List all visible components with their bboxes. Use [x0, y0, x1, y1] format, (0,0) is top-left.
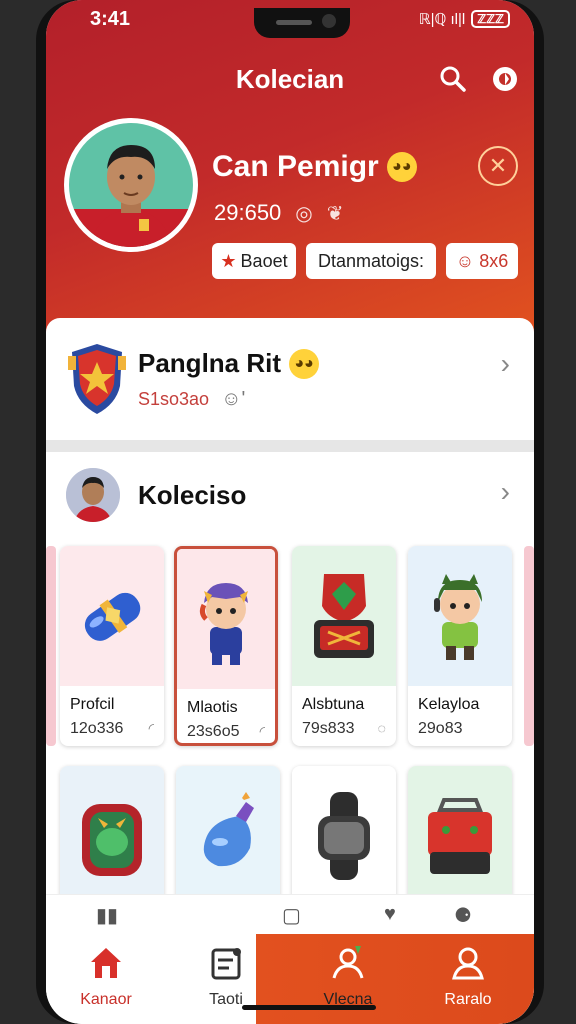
item-art [60, 766, 164, 906]
item-art [176, 766, 280, 906]
face-icon: ☺ [455, 251, 475, 271]
profile-score: 29:650 [214, 200, 282, 225]
smartwatch-icon [318, 792, 370, 880]
character-green-icon [434, 574, 482, 660]
battery-icon: ℤℤℤ [471, 10, 510, 28]
leaf-icon: ❦ [326, 202, 344, 225]
secondary-toolbar: ▮▮ ▢ ♥ ⚈ [46, 894, 534, 934]
item-name: Kelayloa [418, 696, 480, 713]
status-chip[interactable]: Dtanmatoigs: [306, 243, 436, 279]
person-badge-icon [332, 946, 364, 979]
collection-avatar [66, 468, 120, 522]
bar-chart-icon[interactable]: ▮▮ [96, 903, 118, 928]
signal-icon: ℝ|ℚ ıl|l [418, 11, 466, 28]
item-name: Alsbtuna [302, 696, 365, 713]
item-art [408, 546, 512, 686]
item-value: 23s6o5 [187, 723, 240, 740]
item-art [60, 546, 164, 686]
profile-stats: 29:650 ◎ ❦ [214, 200, 344, 226]
profile-name: Can Pemigr ◕◕ [212, 150, 417, 184]
item-art [408, 766, 512, 906]
collection-item-selected[interactable]: Mlaotis 23s6o5 ◜ [174, 546, 278, 746]
spiral-icon: ◎ [295, 202, 313, 225]
shield-badge-icon [68, 342, 126, 416]
chest-icon [314, 574, 374, 658]
collection-item[interactable]: Alsbtuna 79s833 ◌ [292, 546, 396, 746]
ranking-title: Panglna Rit ◕◕ [138, 348, 320, 379]
chevron-right-icon[interactable]: › [501, 348, 510, 380]
profile-hero: 3:41 ℝ|ℚ ıl|l ℤℤℤ Kolecian Can Pemigr ◕◕… [46, 0, 534, 340]
item-status-icon: ◜ [148, 720, 154, 736]
collection-item[interactable] [408, 766, 512, 906]
screen: 3:41 ℝ|ℚ ıl|l ℤℤℤ Kolecian Can Pemigr ◕◕… [46, 0, 534, 1024]
profile-icon [452, 947, 484, 980]
capsule-icon [84, 592, 141, 641]
status-chip-label: Dtanmatoigs: [317, 251, 425, 271]
collection-section: Koleciso › Profcil 12o336 ◜ Mlaotis 23s6… [46, 452, 534, 934]
collection-item[interactable]: Profcil 12o336 ◜ [60, 546, 164, 746]
avatar[interactable] [64, 118, 198, 252]
top-bar: Kolecian [46, 58, 534, 98]
toolbox-icon [428, 798, 492, 874]
ranking-card[interactable]: Panglna Rit ◕◕ S1so3ao ☺' › [46, 318, 534, 440]
clipboard-icon [211, 948, 241, 980]
ranking-title-text: Panglna Rit [138, 348, 282, 378]
item-art [292, 766, 396, 906]
home-indicator[interactable] [242, 1005, 376, 1010]
grid-edge-right [524, 546, 534, 746]
character-icon [199, 583, 248, 665]
star-icon: ★ [220, 251, 237, 271]
camera-notch [254, 8, 350, 38]
item-art [292, 546, 396, 686]
grid-edge-left [46, 546, 56, 746]
collection-item[interactable]: Kelayloa 29o83 [408, 546, 512, 746]
status-bar: 3:41 ℝ|ℚ ıl|l ℤℤℤ [46, 8, 534, 38]
status-time: 3:41 [90, 8, 131, 30]
divider [46, 440, 534, 452]
item-art [177, 549, 275, 689]
phone-frame: 3:41 ℝ|ℚ ıl|l ℤℤℤ Kolecian Can Pemigr ◕◕… [36, 0, 544, 1024]
ranking-value: S1so3ao [138, 389, 210, 409]
ranking-subtitle: S1so3ao ☺' [138, 388, 245, 411]
item-value: 29o83 [418, 720, 463, 737]
badge-chip-label: Baoet [240, 251, 288, 271]
item-status-icon: ◜ [259, 723, 265, 739]
tab-profile-label: Raralo [444, 991, 492, 1008]
collection-grid: Profcil 12o336 ◜ Mlaotis 23s6o5 ◜ Alsbtu… [46, 546, 534, 934]
chevron-right-icon[interactable]: › [501, 476, 510, 508]
gear-icon[interactable] [490, 64, 520, 94]
potion-icon [203, 792, 254, 867]
home-icon [91, 948, 121, 978]
tab-tasks[interactable]: Taoti [176, 944, 276, 1024]
status-icons: ℝ|ℚ ıl|l ℤℤℤ [419, 10, 510, 28]
badge-chip[interactable]: ★ Baoet [212, 243, 296, 279]
face-emoji-icon: ◕◕ [386, 152, 417, 182]
item-name: Profcil [70, 696, 115, 713]
bottom-nav: Kanaor Taoti Vlecna Raralo [46, 934, 534, 1024]
smile-icon: ☺' [221, 388, 246, 410]
tab-friends[interactable]: Vlecna [298, 944, 398, 1024]
collection-title: Koleciso [138, 480, 247, 510]
toggle-icon[interactable]: ⚈ [454, 903, 472, 928]
item-value: 79s833 [302, 720, 355, 737]
tab-home[interactable]: Kanaor [56, 944, 156, 1024]
collection-item[interactable] [176, 766, 280, 906]
item-status-icon: ◌ [377, 720, 386, 736]
collection-item[interactable] [292, 766, 396, 906]
tab-home-label: Kanaor [80, 991, 132, 1008]
square-icon[interactable]: ▢ [282, 903, 301, 928]
close-icon[interactable]: ✕ [478, 146, 518, 186]
tab-profile[interactable]: Raralo [418, 944, 518, 1024]
count-chip-label: 8x6 [479, 251, 509, 271]
count-chip[interactable]: ☺ 8x6 [446, 243, 518, 279]
collection-item[interactable] [60, 766, 164, 906]
heart-icon[interactable]: ♥ [384, 903, 396, 926]
backpack-icon [82, 804, 142, 876]
item-value: 12o336 [70, 720, 124, 737]
search-icon[interactable] [438, 64, 468, 94]
face-emoji-icon: ◕◕ [289, 348, 320, 379]
item-name: Mlaotis [187, 699, 238, 716]
profile-name-text: Can Pemigr [212, 150, 379, 183]
